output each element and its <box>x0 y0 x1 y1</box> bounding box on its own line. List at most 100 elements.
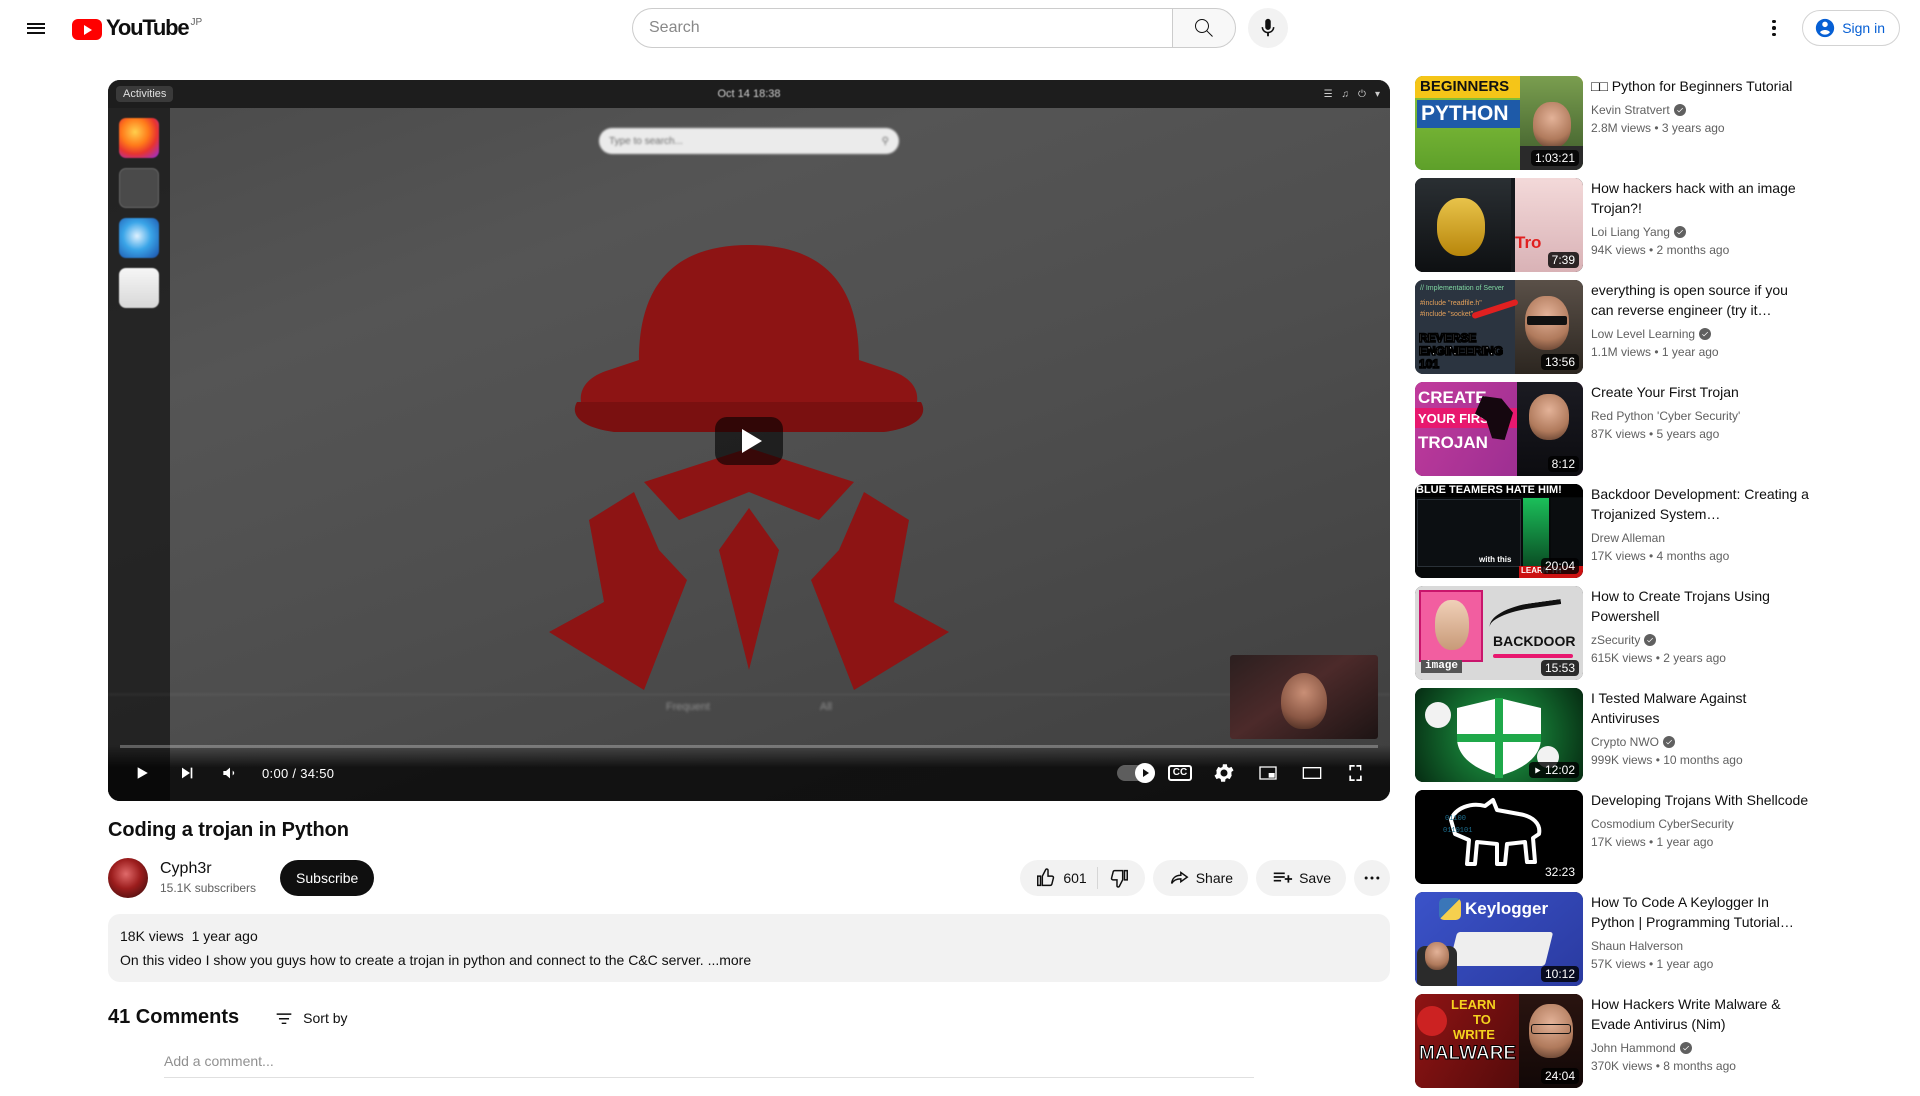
youtube-logo-icon <box>72 19 102 40</box>
video-thumbnail[interactable]: image BACKDOOR 15:53 <box>1415 586 1583 680</box>
voice-search-button[interactable] <box>1248 8 1288 48</box>
more-horizontal-icon <box>1364 876 1380 880</box>
owner-text: Cyph3r 15.1K subscribers <box>160 859 256 897</box>
video-thumbnail[interactable]: // Implementation of Server #include "re… <box>1415 280 1583 374</box>
progress-bar[interactable] <box>120 745 1378 748</box>
search-input[interactable] <box>649 19 1172 37</box>
add-comment-input[interactable]: Add a comment... <box>164 1053 1254 1078</box>
youtube-wordmark: YouTube <box>106 15 190 40</box>
channel-label: Drew Alleman <box>1591 531 1666 545</box>
list-item[interactable]: 01100 0110101 32:23 Developing Trojans W… <box>1415 790 1817 884</box>
search-box[interactable] <box>632 8 1172 48</box>
more-actions-button[interactable] <box>1354 860 1390 896</box>
channel-avatar[interactable] <box>108 858 148 898</box>
video-thumbnail[interactable]: BLUE TEAMERS HATE HIM! with this LEARN T… <box>1415 484 1583 578</box>
channel-label: Shaun Halverson <box>1591 939 1684 953</box>
like-dislike-group: 601 <box>1020 860 1145 896</box>
suggestion-meta: 615K views • 2 years ago <box>1591 651 1726 665</box>
description-more-link[interactable]: ...more <box>708 952 752 968</box>
thumbnail-text: BLUE TEAMERS HATE HIM! <box>1416 484 1562 496</box>
suggestion-info: Create Your First Trojan Red Python 'Cyb… <box>1591 382 1817 476</box>
autoplay-button[interactable] <box>1114 751 1158 795</box>
like-button[interactable]: 601 <box>1035 867 1087 889</box>
os-system-icons: ☰ ♫ ⏻ ▾ <box>1324 89 1380 100</box>
play-icon <box>137 767 148 779</box>
suggestion-channel: Kevin Stratvert <box>1591 101 1813 119</box>
sort-by-button[interactable]: Sort by <box>273 1007 348 1029</box>
like-count: 601 <box>1063 870 1087 886</box>
fullscreen-button[interactable] <box>1334 751 1378 795</box>
sign-in-button[interactable]: Sign in <box>1802 10 1900 46</box>
list-item[interactable]: BEGINNERS PYTHON 1:03:21 □□ Python for B… <box>1415 76 1817 170</box>
channel-name[interactable]: Cyph3r <box>160 859 256 879</box>
more-vertical-icon[interactable] <box>1754 8 1794 48</box>
list-item[interactable]: Keylogger 10:12 How To Code A Keylogger … <box>1415 892 1817 986</box>
video-player[interactable]: Activities Oct 14 18:38 ☰ ♫ ⏻ ▾ Type to … <box>108 80 1390 801</box>
theater-button[interactable] <box>1290 751 1334 795</box>
video-thumbnail[interactable]: Keylogger 10:12 <box>1415 892 1583 986</box>
captions-button[interactable]: CC <box>1158 751 1202 795</box>
power-icon: ⏻ <box>1358 88 1366 100</box>
description-box[interactable]: 18K views 1 year ago On this video I sho… <box>108 914 1390 982</box>
miniplayer-button[interactable] <box>1246 751 1290 795</box>
video-thumbnail[interactable]: BEGINNERS PYTHON 1:03:21 <box>1415 76 1583 170</box>
play-button[interactable] <box>120 751 164 795</box>
save-button[interactable]: Save <box>1256 860 1346 896</box>
video-duration: 24:04 <box>1540 1068 1579 1084</box>
sort-icon <box>276 1012 292 1024</box>
suggestion-info: How to Create Trojans Using Powershell z… <box>1591 586 1817 680</box>
suggestion-title: How Hackers Write Malware & Evade Antivi… <box>1591 996 1781 1032</box>
masthead-left: YouTube JP <box>0 8 280 48</box>
next-button[interactable] <box>164 751 208 795</box>
share-button[interactable]: Share <box>1152 860 1249 896</box>
list-item[interactable]: image BACKDOOR 15:53 How to Create Troja… <box>1415 586 1817 680</box>
suggestion-meta: 999K views • 10 months ago <box>1591 753 1743 767</box>
video-duration: 15:53 <box>1540 660 1579 676</box>
suggestion-title: □□ Python for Beginners Tutorial <box>1591 78 1793 94</box>
channel-label: Low Level Learning <box>1591 327 1696 341</box>
subscribe-button[interactable]: Subscribe <box>280 860 375 896</box>
list-item[interactable]: 12:02 I Tested Malware Against Antivirus… <box>1415 688 1817 782</box>
large-play-button[interactable] <box>715 416 783 465</box>
video-thumbnail[interactable]: 12:02 <box>1415 688 1583 782</box>
video-thumbnail[interactable]: Tro 7:39 <box>1415 178 1583 272</box>
os-frequent-tab: Frequent <box>665 701 710 713</box>
dislike-button[interactable] <box>1108 867 1130 889</box>
verified-badge-icon <box>1644 634 1657 646</box>
suggestion-channel: zSecurity <box>1591 631 1813 649</box>
settings-button[interactable] <box>1202 751 1246 795</box>
player-controls: 0:00 / 34:50 CC <box>108 745 1390 801</box>
next-track-icon <box>182 767 193 779</box>
firefox-icon <box>119 118 159 158</box>
list-item[interactable]: Tro 7:39 How hackers hack with an image … <box>1415 178 1817 272</box>
suggestion-info: Backdoor Development: Creating a Trojani… <box>1591 484 1817 578</box>
suggestion-channel: Loi Liang Yang <box>1591 223 1813 241</box>
suggestion-info: How To Code A Keylogger In Python | Prog… <box>1591 892 1817 986</box>
video-duration: 20:04 <box>1540 558 1579 574</box>
suggestion-meta: 2.8M views • 3 years ago <box>1591 121 1725 135</box>
thumbnail-text: // Implementation of Server <box>1420 285 1505 292</box>
volume-icon <box>223 767 235 779</box>
video-thumbnail[interactable]: LEARN TO WRITE MALWARE 24:04 <box>1415 994 1583 1088</box>
list-item[interactable]: LEARN TO WRITE MALWARE 24:04 How Hackers… <box>1415 994 1817 1088</box>
channel-label: Kevin Stratvert <box>1591 103 1670 117</box>
youtube-logo[interactable]: YouTube JP <box>72 15 202 40</box>
hamburger-icon[interactable] <box>16 8 56 48</box>
suggestion-title: Developing Trojans With Shellcode <box>1591 792 1809 808</box>
channel-label: Cosmodium CyberSecurity <box>1591 817 1734 831</box>
video-title: Coding a trojan in Python <box>108 819 349 841</box>
suggestion-channel: Crypto NWO <box>1591 733 1813 751</box>
save-label: Save <box>1299 870 1331 886</box>
list-item[interactable]: BLUE TEAMERS HATE HIM! with this LEARN T… <box>1415 484 1817 578</box>
video-thumbnail[interactable]: 01100 0110101 32:23 <box>1415 790 1583 884</box>
suggestion-title: Backdoor Development: Creating a Trojani… <box>1591 486 1809 522</box>
list-item[interactable]: // Implementation of Server #include "re… <box>1415 280 1817 374</box>
search-button[interactable] <box>1172 8 1236 48</box>
autoplay-toggle[interactable] <box>1117 763 1155 783</box>
volume-button[interactable] <box>208 751 252 795</box>
video-duration: 13:56 <box>1540 354 1579 370</box>
video-thumbnail[interactable]: CREATE YOUR FIRST TROJAN 8:12 <box>1415 382 1583 476</box>
list-item[interactable]: CREATE YOUR FIRST TROJAN 8:12 Create You… <box>1415 382 1817 476</box>
suggestion-channel: Shaun Halverson <box>1591 937 1813 955</box>
suggestion-meta: 87K views • 5 years ago <box>1591 427 1720 441</box>
